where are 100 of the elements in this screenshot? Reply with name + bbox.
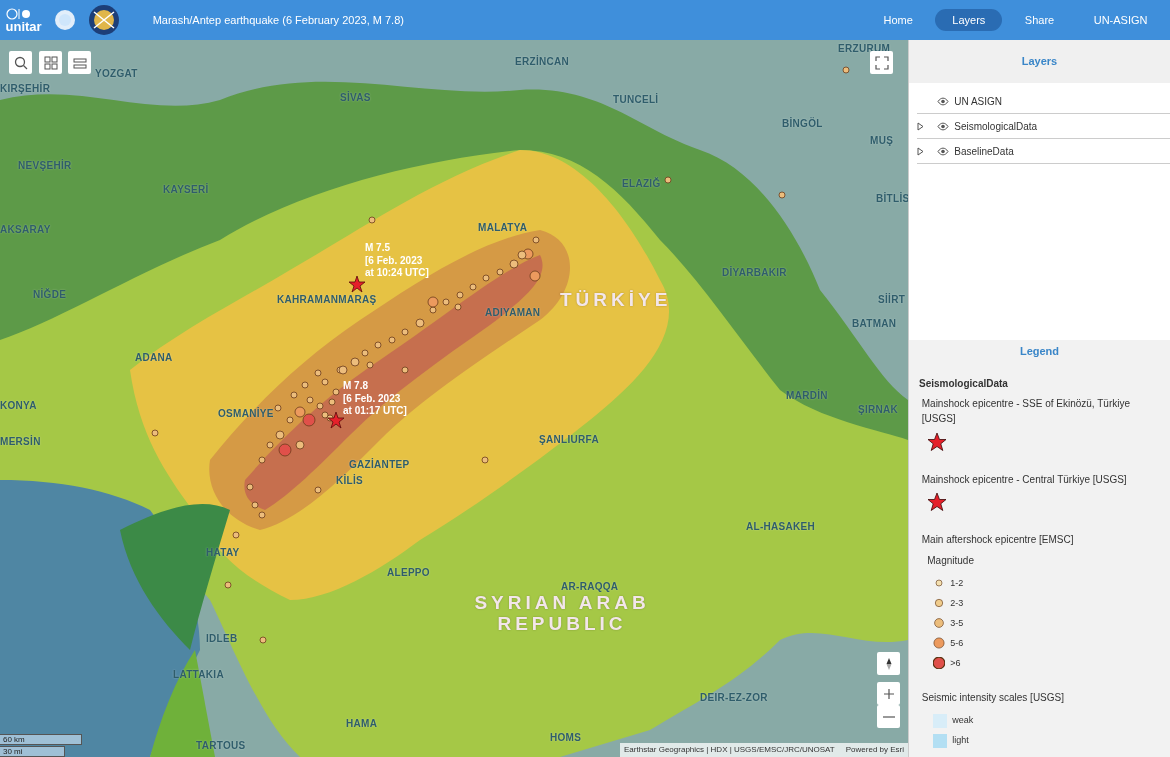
- nav-tab[interactable]: Layers: [935, 8, 1003, 32]
- expand-triangle-icon: [917, 121, 924, 131]
- star-symbol-icon: [927, 431, 948, 452]
- fullscreen-button[interactable]: [870, 51, 893, 74]
- attribution-text: Earthstar Geographics | HDX | USGS/EMSC/JRC/UNOSAT: [624, 744, 835, 756]
- aftershock-marker: [332, 388, 340, 396]
- place-label: MERSİN: [0, 434, 41, 449]
- place-label: ERZURUM: [838, 42, 891, 56]
- place-label: KONYA: [0, 399, 37, 413]
- grid-button[interactable]: [39, 51, 62, 74]
- aftershock-marker: [258, 511, 266, 519]
- compass-button[interactable]: [877, 652, 900, 675]
- place-label: KİLİS: [336, 473, 364, 488]
- epicentre-label: [6 Feb. 2023: [365, 254, 424, 267]
- place-label: BİNGÖL: [782, 116, 823, 131]
- place-label: ALEPPO: [387, 566, 430, 580]
- place-label: SİİRT: [878, 292, 906, 307]
- aftershock-marker: [246, 483, 254, 491]
- scale-bar: 30 mi: [0, 746, 65, 757]
- aftershock-marker: [517, 250, 527, 260]
- legend-group-title: SeismologicalData: [919, 377, 1008, 389]
- aftershock-marker: [388, 336, 396, 344]
- aftershock-marker: [259, 636, 267, 644]
- legend-class-label: 1-2: [950, 576, 964, 590]
- place-label: HAMA: [346, 717, 378, 731]
- aftershock-marker: [224, 581, 232, 589]
- place-label: DİYARBAKIR: [722, 265, 787, 280]
- panel-title: Layers: [1021, 54, 1058, 70]
- place-label: MALATYA: [478, 221, 528, 235]
- page-title: Marash/Antep earthquake (6 February 2023, M 7.8): [152, 12, 404, 28]
- legend-class-label: light: [952, 734, 969, 747]
- place-label: GAZİANTEP: [349, 457, 410, 472]
- aftershock-marker: [295, 440, 305, 450]
- aftershock-marker: [290, 391, 298, 399]
- zoom-in-icon: [881, 686, 896, 701]
- aftershock-marker: [314, 486, 322, 494]
- legend-class-label: 3-5: [950, 616, 964, 630]
- aftershock-marker: [401, 328, 409, 336]
- place-label: KIRŞEHİR: [0, 81, 51, 96]
- legend-entry-label: Mainshock epicentre - Central Türkiye [USGS]: [921, 473, 1127, 485]
- aftershock-marker: [301, 381, 309, 389]
- place-label: AL-HASAKEH: [746, 520, 816, 534]
- aftershock-marker: [842, 66, 850, 74]
- un-emblem-icon: [5, 7, 32, 20]
- search-button[interactable]: [9, 51, 32, 74]
- aftershock-marker: [529, 270, 541, 282]
- zoom-in-button[interactable]: [877, 682, 900, 705]
- aftershock-marker: [338, 365, 348, 375]
- nav-tab[interactable]: UN-ASIGN: [1076, 8, 1165, 32]
- aftershock-marker: [454, 303, 462, 311]
- aftershock-marker: [368, 216, 376, 224]
- place-label: ADANA: [135, 351, 173, 365]
- aftershock-marker: [232, 531, 240, 539]
- place-label: HOMS: [550, 731, 582, 745]
- eye-icon: [936, 121, 949, 131]
- aftershock-marker: [469, 283, 477, 291]
- grid-icon: [43, 55, 58, 70]
- legend-class-label: 2-3: [950, 596, 964, 610]
- place-label: ELAZIĞ: [622, 176, 661, 191]
- place-label: DEIR-EZ-ZOR: [700, 691, 768, 705]
- aftershock-marker: [374, 341, 382, 349]
- epicentre-label: M 7.5: [365, 242, 391, 255]
- eye-icon: [936, 146, 949, 156]
- place-label: KAHRAMANMARAŞ: [277, 293, 377, 307]
- aftershock-marker: [275, 430, 285, 440]
- basemap-button[interactable]: [68, 51, 91, 74]
- layer-name[interactable]: BaselineData: [954, 143, 1014, 159]
- layer-name[interactable]: SeismologicalData: [954, 118, 1038, 134]
- place-label: OSMANİYE: [218, 406, 274, 421]
- aftershock-marker: [350, 357, 360, 367]
- legend-class-label: weak: [952, 714, 974, 727]
- basemap-icon: [72, 55, 87, 70]
- place-label: NİĞDE: [33, 287, 67, 302]
- aftershock-marker: [401, 366, 409, 374]
- nav-tab[interactable]: Share: [1007, 8, 1072, 32]
- aftershock-marker: [482, 274, 490, 282]
- aftershock-marker: [151, 429, 159, 437]
- legend-title: Legend: [1019, 344, 1060, 357]
- powered-by-text: Powered by Esri: [845, 744, 904, 756]
- scale-bar: 60 km: [0, 734, 82, 745]
- aftershock-marker: [278, 443, 292, 457]
- legend-entry-label: Main aftershock epicentre [EMSC]: [921, 534, 1074, 546]
- country-label: TÜRKİYE: [560, 290, 672, 311]
- place-label: ŞANLIURFA: [539, 433, 599, 447]
- legend-entry-label: Seismic intensity scales [USGS]: [921, 691, 1064, 703]
- aftershock-marker: [778, 191, 786, 199]
- eye-icon: [936, 96, 949, 106]
- zoom-out-button[interactable]: [877, 705, 900, 728]
- globe-emblem-icon: [87, 4, 120, 36]
- aftershock-marker: [328, 398, 336, 406]
- aftershock-marker: [481, 456, 489, 464]
- place-label: NEVŞEHİR: [18, 158, 72, 173]
- place-label: YOZGAT: [95, 67, 138, 81]
- epicentre-label: M 7.8: [343, 380, 369, 393]
- search-icon: [13, 55, 28, 70]
- nav-tab[interactable]: Home: [866, 8, 930, 32]
- layer-name[interactable]: UN ASIGN: [954, 93, 1003, 109]
- aftershock-marker: [258, 456, 266, 464]
- legend-entry-label: Mainshock epicentre - SSE of Ekinözü, Türkiye [USGS]: [921, 398, 1130, 425]
- epicentre-label: at 01:17 UTC]: [343, 405, 407, 418]
